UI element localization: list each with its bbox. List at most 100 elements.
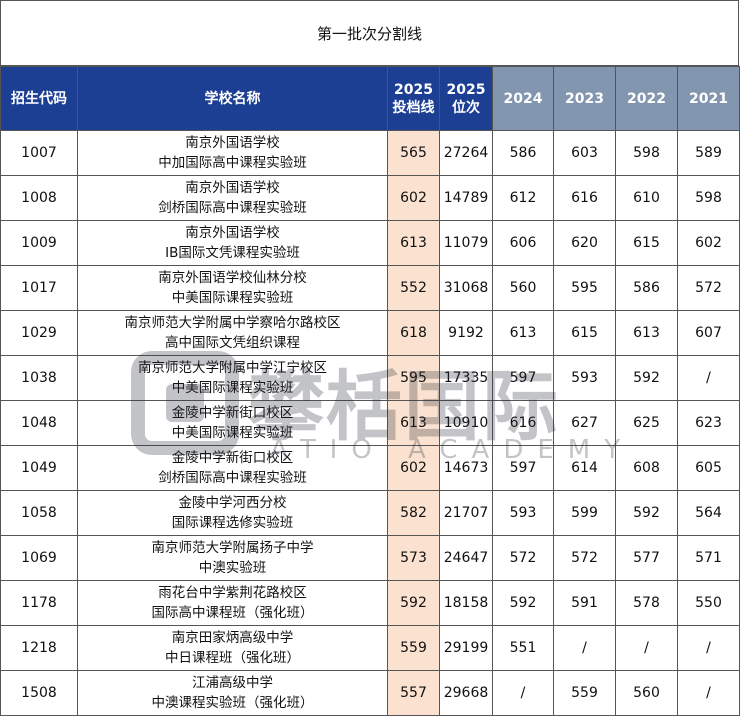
table-row: 1009 南京外国语学校 IB国际文凭课程实验班 613 11079 606 620 615 6… (0, 220, 740, 266)
cell-code: 1038 (0, 355, 78, 401)
cell-code: 1058 (0, 490, 78, 536)
cell-code: 1049 (0, 445, 78, 491)
school-name-line2: 中日课程班（强化班） (165, 650, 300, 666)
cell-score-2025: 592 (387, 580, 440, 626)
page: 第一批次分割线 招生代码 学校名称 2025 投档线 2025 位次 2024 … (0, 0, 740, 720)
cell-school-name: 南京师范大学附属扬子中学 中澳实验班 (77, 535, 388, 581)
school-name-line2: 中美国际课程实验班 (171, 290, 294, 306)
score-table: 招生代码 学校名称 2025 投档线 2025 位次 2024 2023 202… (0, 66, 740, 716)
cell-rank-2025: 27264 (439, 130, 493, 176)
cell-score-2025: 565 (387, 130, 440, 176)
school-name-line1: 南京外国语学校 (185, 135, 280, 151)
cell-2024: 613 (492, 310, 554, 356)
cell-2021: 572 (677, 265, 740, 311)
header-2021: 2021 (677, 66, 740, 131)
cell-school-name: 南京外国语学校 IB国际文凭课程实验班 (77, 220, 388, 266)
cell-score-2025: 602 (387, 445, 440, 491)
cell-rank-2025: 9192 (439, 310, 493, 356)
cell-school-name: 南京师范大学附属中学察哈尔路校区 高中国际文凭组织课程 (77, 310, 388, 356)
cell-2021: 602 (677, 220, 740, 266)
header-2023: 2023 (553, 66, 616, 131)
cell-2024: / (492, 670, 554, 716)
school-name-line2: 中加国际高中课程实验班 (158, 155, 307, 171)
cell-2023: 595 (553, 265, 616, 311)
cell-code: 1218 (0, 625, 78, 671)
cell-2022: 592 (615, 355, 678, 401)
cell-2022: 615 (615, 220, 678, 266)
table-row: 1048 金陵中学新街口校区 中美国际课程实验班 613 10910 616 627 625 6… (0, 400, 740, 446)
cell-code: 1508 (0, 670, 78, 716)
table-row: 1508 江浦高级中学 中澳课程实验班（强化班） 557 29668/559 560/ (0, 670, 740, 716)
cell-rank-2025: 29199 (439, 625, 493, 671)
cell-score-2025: 559 (387, 625, 440, 671)
cell-score-2025: 582 (387, 490, 440, 536)
cell-2021: 589 (677, 130, 740, 176)
header-rank-2025-year: 2025 (446, 81, 486, 98)
table-title: 第一批次分割线 (0, 0, 739, 66)
school-name-line1: 江浦高级中学 (192, 675, 273, 691)
school-name-line1: 南京外国语学校 (185, 180, 280, 196)
cell-2024: 597 (492, 355, 554, 401)
school-name-line1: 金陵中学河西分校 (178, 495, 287, 511)
school-name-line2: 中美国际课程实验班 (171, 425, 294, 441)
cell-score-2025: 552 (387, 265, 440, 311)
cell-school-name: 南京田家炳高级中学 中日课程班（强化班） (77, 625, 388, 671)
cell-rank-2025: 24647 (439, 535, 493, 581)
cell-school-name: 雨花台中学紫荆花路校区 国际高中课程班（强化班） (77, 580, 388, 626)
cell-code: 1007 (0, 130, 78, 176)
cell-rank-2025: 11079 (439, 220, 493, 266)
school-name-line2: 中澳课程实验班（强化班） (151, 695, 314, 711)
table-row: 1017 南京外国语学校仙林分校 中美国际课程实验班 552 31068 560 595 58… (0, 265, 740, 311)
cell-2021: 550 (677, 580, 740, 626)
table-row: 1007 南京外国语学校中加国际高中课程实验班 565 27264 586 603 598 5… (0, 130, 740, 176)
table-row: 1029 南京师范大学附属中学察哈尔路校区 高中国际文凭组织课程 618 9192 613… (0, 310, 740, 356)
cell-2023: 599 (553, 490, 616, 536)
table-row: 1069 南京师范大学附属扬子中学 中澳实验班 573 24647 572 572 577 57… (0, 535, 740, 581)
cell-2023: 603 (553, 130, 616, 176)
cell-code: 1017 (0, 265, 78, 311)
cell-school-name: 金陵中学新街口校区 中美国际课程实验班 (77, 400, 388, 446)
cell-2024: 560 (492, 265, 554, 311)
cell-2023: 593 (553, 355, 616, 401)
header-code: 招生代码 (0, 66, 78, 131)
header-score-2025: 2025 投档线 (387, 66, 440, 131)
cell-school-name: 江浦高级中学中澳课程实验班（强化班） (77, 670, 388, 716)
school-name-line1: 南京师范大学附属扬子中学 (151, 540, 314, 556)
cell-2021: / (677, 355, 740, 401)
header-score-2025-label: 投档线 (392, 99, 435, 116)
cell-2022: 592 (615, 490, 678, 536)
school-name-line1: 南京外国语学校 (185, 225, 280, 241)
header-2022: 2022 (615, 66, 678, 131)
cell-2023: 616 (553, 175, 616, 221)
cell-2022: 577 (615, 535, 678, 581)
cell-school-name: 南京师范大学附属中学江宁校区 中美国际课程实验班 (77, 355, 388, 401)
school-name-line1: 雨花台中学紫荆花路校区 (158, 585, 307, 601)
cell-2024: 551 (492, 625, 554, 671)
school-name-line2: IB国际文凭课程实验班 (165, 245, 300, 261)
cell-score-2025: 618 (387, 310, 440, 356)
cell-score-2025: 613 (387, 400, 440, 446)
school-name-line2: 中美国际课程实验班 (171, 380, 294, 396)
table-row: 1049 金陵中学新街口校区 剑桥国际高中课程实验班 602 14673 597 614 60… (0, 445, 740, 491)
cell-rank-2025: 29668 (439, 670, 493, 716)
cell-code: 1009 (0, 220, 78, 266)
school-name-line1: 南京外国语学校仙林分校 (158, 270, 307, 286)
table-row: 1008 南京外国语学校 剑桥国际高中课程实验班 602 14789 612 616 610 5… (0, 175, 740, 221)
table-row: 1218 南京田家炳高级中学 中日课程班（强化班） 559 29199 551// / (0, 625, 740, 671)
cell-2021: / (677, 625, 740, 671)
school-name-line1: 金陵中学新街口校区 (171, 405, 294, 421)
cell-school-name: 金陵中学河西分校 国际课程选修实验班 (77, 490, 388, 536)
cell-school-name: 南京外国语学校 剑桥国际高中课程实验班 (77, 175, 388, 221)
cell-2023: 591 (553, 580, 616, 626)
cell-2024: 586 (492, 130, 554, 176)
cell-2022: 598 (615, 130, 678, 176)
cell-code: 1178 (0, 580, 78, 626)
cell-2022: 625 (615, 400, 678, 446)
cell-score-2025: 557 (387, 670, 440, 716)
cell-2022: 610 (615, 175, 678, 221)
cell-2021: 607 (677, 310, 740, 356)
cell-code: 1069 (0, 535, 78, 581)
table-row: 1038 南京师范大学附属中学江宁校区 中美国际课程实验班 595 17335 597 59… (0, 355, 740, 401)
cell-2023: 559 (553, 670, 616, 716)
cell-2022: 608 (615, 445, 678, 491)
